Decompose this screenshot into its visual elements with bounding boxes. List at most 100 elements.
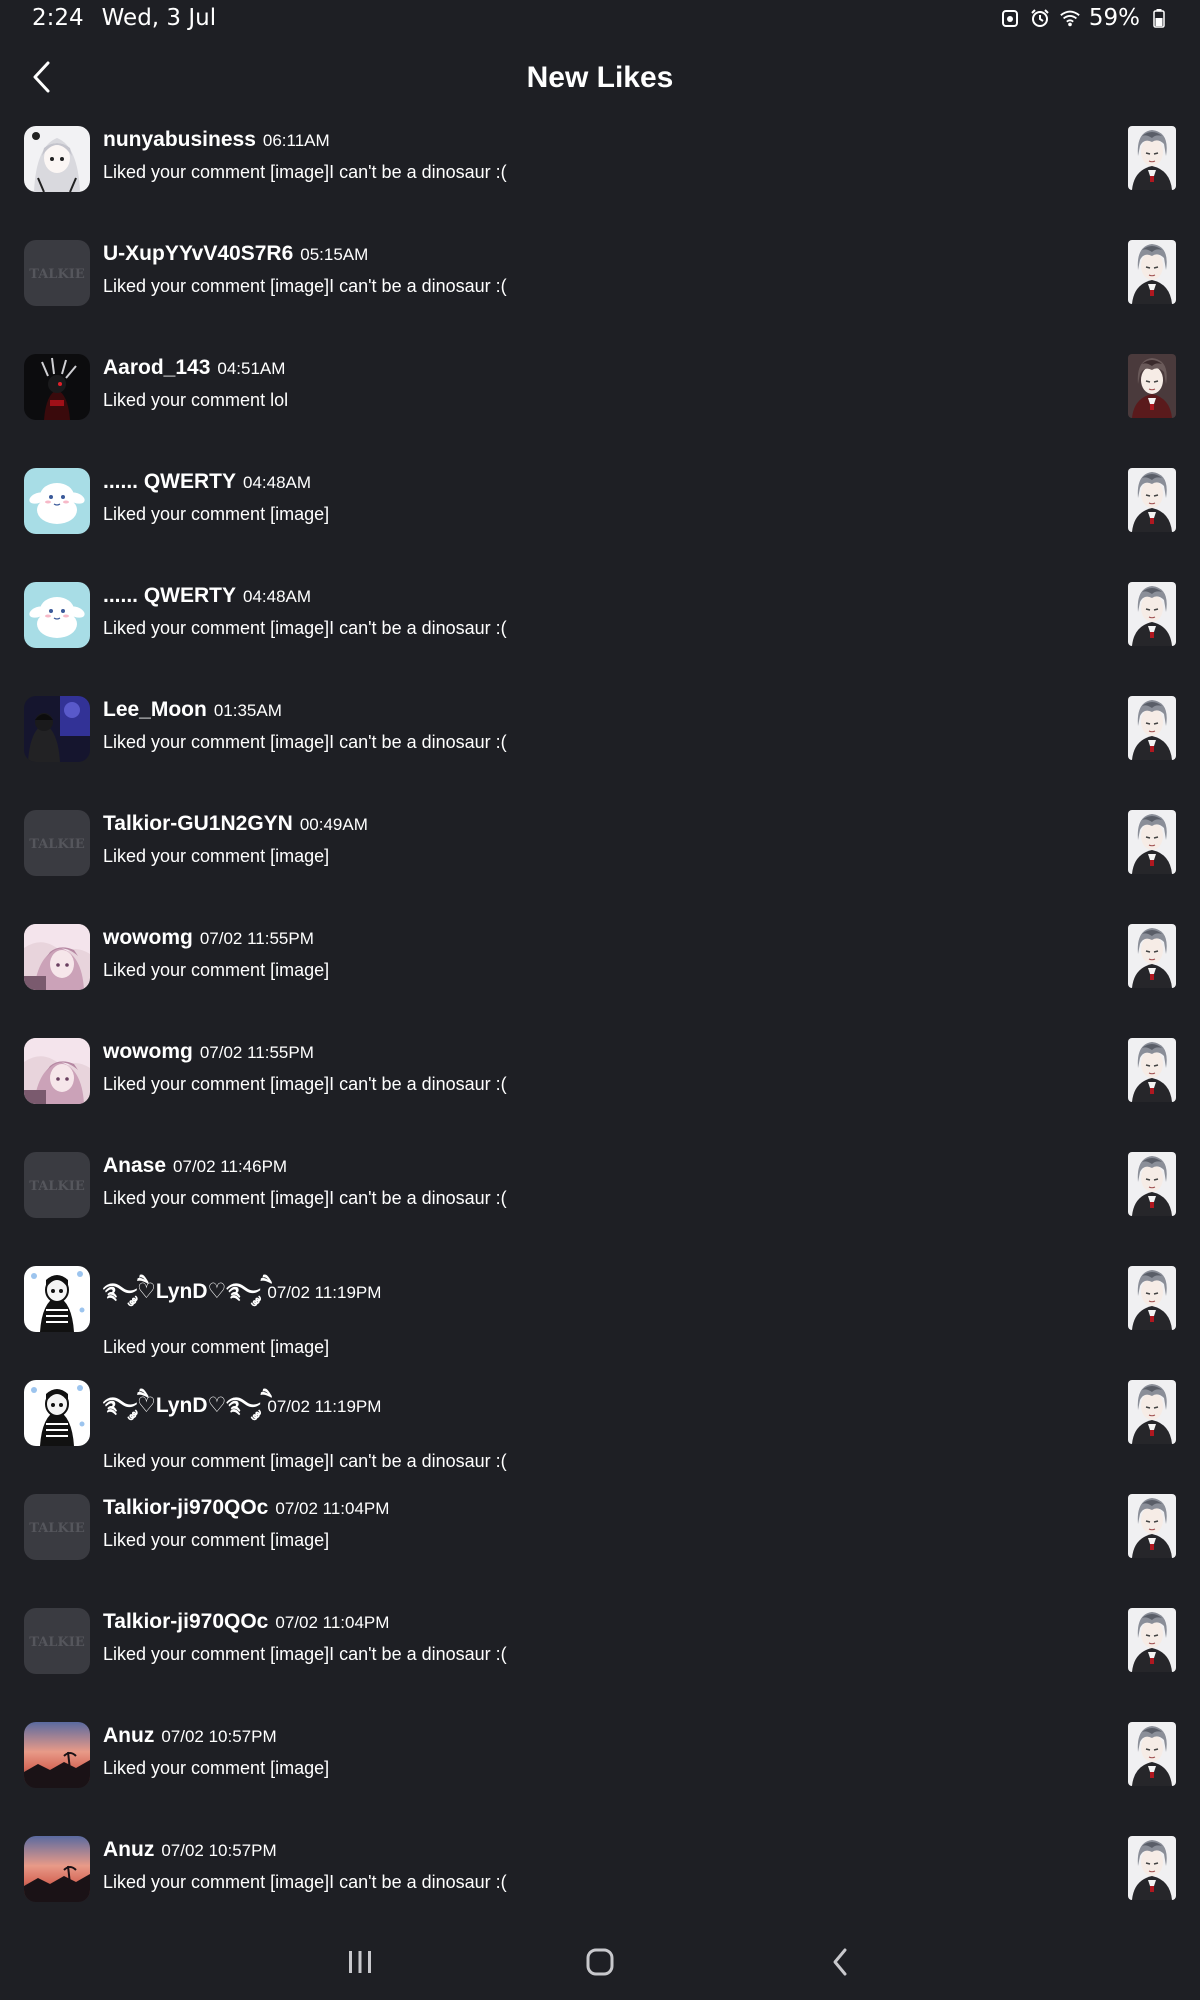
comment-thumbnail[interactable] [1128, 1380, 1176, 1444]
username[interactable]: Lee_Moon [103, 698, 207, 722]
username[interactable]: wowomg [103, 1040, 193, 1064]
avatar[interactable]: TALKIE [24, 1494, 90, 1560]
avatar[interactable] [24, 126, 90, 192]
avatar[interactable]: TALKIE [24, 1608, 90, 1674]
list-item[interactable]: Anuz 07/02 10:57PM Liked your comment [ima… [0, 1710, 1200, 1824]
avatar[interactable]: TALKIE [24, 1152, 90, 1218]
avatar[interactable]: TALKIE [24, 240, 90, 306]
like-message: Liked your comment [image]I can't be a d… [103, 618, 507, 638]
home-button[interactable] [560, 1934, 640, 1994]
list-item[interactable]: wowomg 07/02 11:55PM Liked your comment [i… [0, 1026, 1200, 1140]
comment-thumbnail[interactable] [1128, 696, 1176, 760]
list-item[interactable]: wowomg 07/02 11:55PM Liked your comment [i… [0, 912, 1200, 1026]
like-message: Liked your comment lol [103, 390, 289, 410]
username[interactable]: wowomg [103, 926, 193, 950]
like-message: Liked your comment [image]I can't be a d… [103, 276, 507, 296]
like-header: Anuz 07/02 10:57PM [103, 1838, 1070, 1862]
back-nav-icon [830, 1947, 850, 1982]
avatar[interactable] [24, 1380, 90, 1446]
comment-thumbnail[interactable] [1128, 1266, 1176, 1330]
list-item[interactable]: nunyabusiness 06:11AM Liked your comment [… [0, 114, 1200, 228]
back-button[interactable] [18, 56, 64, 102]
list-item[interactable]: TALKIE Talkior-GU1N2GYN 00:49AM Liked your … [0, 798, 1200, 912]
username[interactable]: Talkior-GU1N2GYN [103, 812, 293, 836]
username[interactable]: ...... QWERTY [103, 470, 236, 494]
comment-thumbnail[interactable] [1128, 1608, 1176, 1672]
list-item[interactable]: TALKIE Talkior-ji970QOc 07/02 11:04PM Liked… [0, 1482, 1200, 1596]
like-message: Liked your comment [image]I can't be a d… [103, 1074, 507, 1094]
like-header: Anase 07/02 11:46PM [103, 1154, 1070, 1178]
like-text: ...... QWERTY 04:48AM Liked your comment [… [103, 584, 1070, 639]
comment-thumbnail[interactable] [1128, 468, 1176, 532]
username[interactable]: Anuz [103, 1838, 154, 1862]
list-item[interactable]: ࿐ཻ༘♡LynD♡࿐ཻ༘ 07/02 11:19PM Liked your comm… [0, 1254, 1200, 1368]
avatar[interactable] [24, 1266, 90, 1332]
list-item[interactable]: ...... QWERTY 04:48AM Liked your comment [… [0, 570, 1200, 684]
comment-thumbnail[interactable] [1128, 810, 1176, 874]
like-header: wowomg 07/02 11:55PM [103, 926, 1070, 950]
username[interactable]: Anuz [103, 1724, 154, 1748]
like-header: nunyabusiness 06:11AM [103, 128, 1070, 152]
comment-thumbnail[interactable] [1128, 354, 1176, 418]
status-left: 2:24 Wed, 3 Jul [32, 5, 216, 31]
comment-thumbnail[interactable] [1128, 582, 1176, 646]
username[interactable]: nunyabusiness [103, 128, 256, 152]
like-message: Liked your comment [image] [103, 1337, 330, 1357]
username[interactable]: ࿐ཻ༘♡LynD♡࿐ཻ༘ [103, 1268, 260, 1327]
navigation-bar [0, 1928, 1200, 2000]
like-header: ࿐ཻ༘♡LynD♡࿐ཻ༘ 07/02 11:19PM [103, 1382, 1070, 1441]
username[interactable]: Talkior-ji970QOc [103, 1496, 268, 1520]
list-item[interactable]: TALKIE Anase 07/02 11:46PM Liked your comme… [0, 1140, 1200, 1254]
username[interactable]: ࿐ཻ༘♡LynD♡࿐ཻ༘ [103, 1382, 260, 1441]
screenshot-icon [999, 7, 1021, 29]
timestamp: 07/02 11:04PM [275, 1499, 390, 1518]
recent-apps-button[interactable] [320, 1934, 400, 1994]
comment-thumbnail[interactable] [1128, 240, 1176, 304]
like-message: Liked your comment [image]I can't be a d… [103, 1872, 507, 1892]
system-back-button[interactable] [800, 1934, 880, 1994]
list-item[interactable]: TALKIE U-XupYYvV40S7R6 05:15AM Liked your c… [0, 228, 1200, 342]
like-message: Liked your comment [image] [103, 960, 330, 980]
list-item[interactable]: ࿐ཻ༘♡LynD♡࿐ཻ༘ 07/02 11:19PM Liked your comm… [0, 1368, 1200, 1482]
avatar[interactable] [24, 468, 90, 534]
comment-thumbnail[interactable] [1128, 1494, 1176, 1558]
avatar[interactable] [24, 1836, 90, 1902]
username[interactable]: ...... QWERTY [103, 584, 236, 608]
svg-text:TALKIE: TALKIE [29, 1179, 85, 1194]
comment-thumbnail[interactable] [1128, 924, 1176, 988]
list-item[interactable]: TALKIE Talkior-ji970QOc 07/02 11:04PM Liked… [0, 1596, 1200, 1710]
avatar[interactable] [24, 696, 90, 762]
comment-thumbnail[interactable] [1128, 1152, 1176, 1216]
list-item[interactable]: Lee_Moon 01:35AM Liked your comment [image… [0, 684, 1200, 798]
like-message: Liked your comment [image] [103, 1530, 330, 1550]
avatar[interactable]: TALKIE [24, 810, 90, 876]
comment-thumbnail[interactable] [1128, 126, 1176, 190]
avatar[interactable] [24, 1038, 90, 1104]
svg-text:TALKIE: TALKIE [29, 1635, 85, 1650]
status-bar: 2:24 Wed, 3 Jul 59% [0, 0, 1200, 36]
username[interactable]: Anase [103, 1154, 166, 1178]
like-message: Liked your comment [image]I can't be a d… [103, 732, 507, 752]
timestamp: 07/02 11:19PM [267, 1283, 382, 1302]
avatar[interactable] [24, 1722, 90, 1788]
username[interactable]: Talkior-ji970QOc [103, 1610, 268, 1634]
like-text: Lee_Moon 01:35AM Liked your comment [image… [103, 698, 1070, 753]
like-message: Liked your comment [image] [103, 1758, 330, 1778]
list-item[interactable]: Anuz 07/02 10:57PM Liked your comment [ima… [0, 1824, 1200, 1938]
comment-thumbnail[interactable] [1128, 1836, 1176, 1900]
list-item[interactable]: ...... QWERTY 04:48AM Liked your comment [… [0, 456, 1200, 570]
status-right: 59% [999, 5, 1170, 31]
avatar[interactable] [24, 924, 90, 990]
list-item[interactable]: Aarod_143 04:51AM Liked your comment lol [0, 342, 1200, 456]
username[interactable]: Aarod_143 [103, 356, 210, 380]
comment-thumbnail[interactable] [1128, 1722, 1176, 1786]
avatar[interactable] [24, 354, 90, 420]
likes-list[interactable]: nunyabusiness 06:11AM Liked your comment [… [0, 114, 1200, 1938]
like-text: Aarod_143 04:51AM Liked your comment lol [103, 356, 1070, 411]
svg-text:TALKIE: TALKIE [29, 1521, 85, 1536]
username[interactable]: U-XupYYvV40S7R6 [103, 242, 293, 266]
status-time: 2:24 [32, 5, 84, 31]
avatar[interactable] [24, 582, 90, 648]
comment-thumbnail[interactable] [1128, 1038, 1176, 1102]
new-likes-screen: 2:24 Wed, 3 Jul 59% New Likes nunyabusin… [0, 0, 1200, 2000]
